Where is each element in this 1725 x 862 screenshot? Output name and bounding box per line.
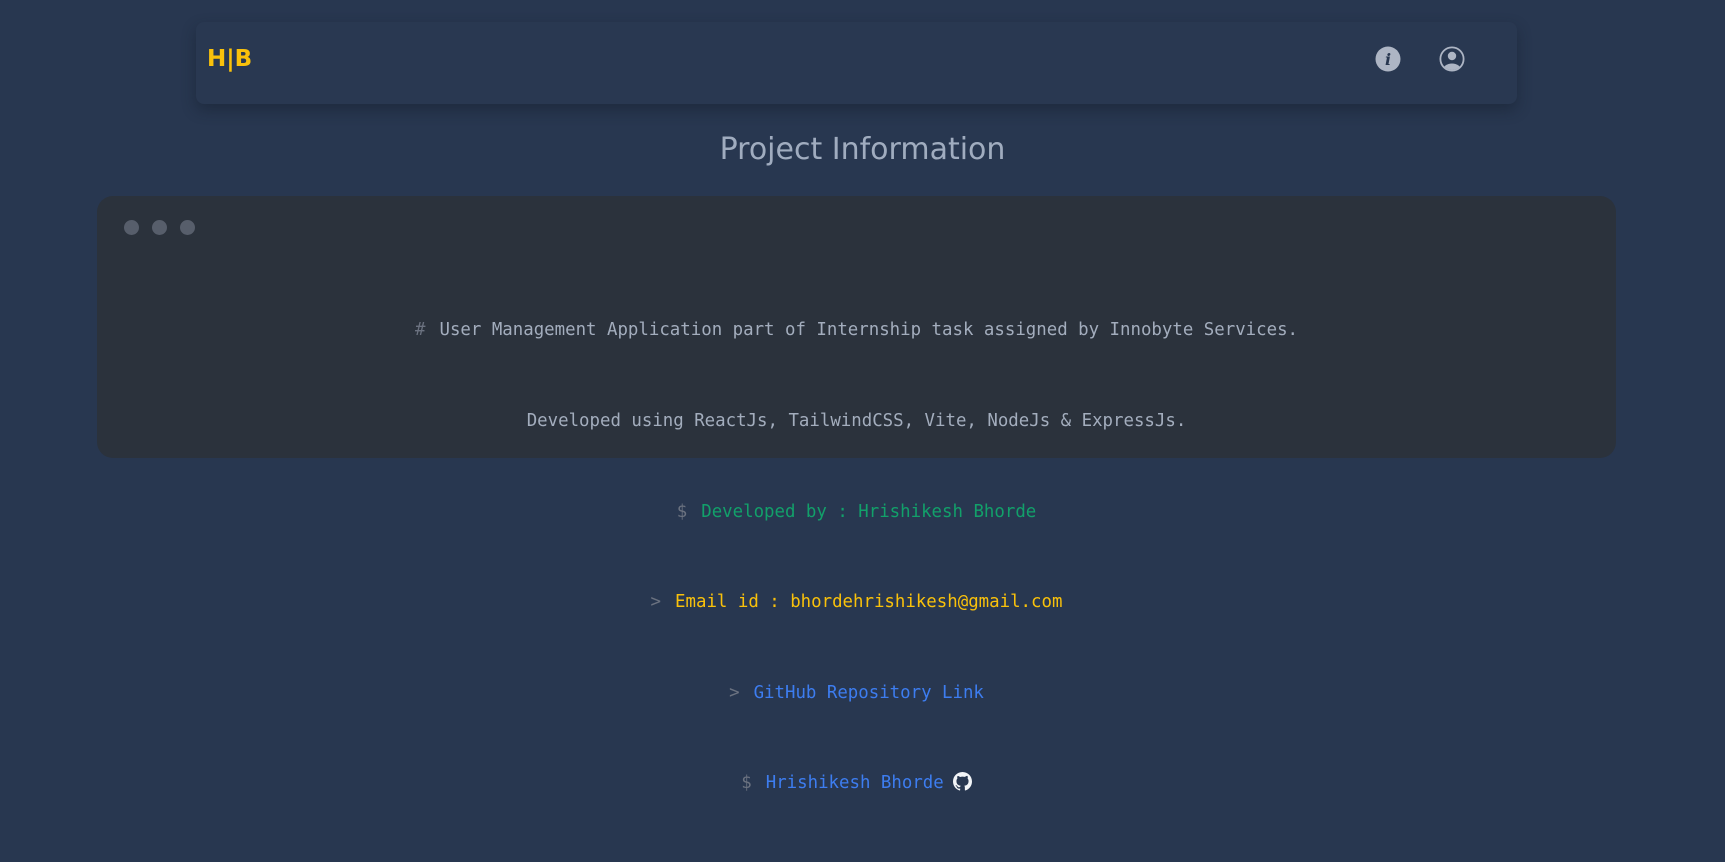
github-icon[interactable] (952, 771, 972, 801)
developer-text: Developed by : Hrishikesh Bhorde (701, 501, 1037, 522)
github-repo-link[interactable]: GitHub Repository Link (754, 683, 984, 703)
terminal-line: $ Hrishikesh Bhorde (97, 768, 1616, 801)
terminal-line: # User Management Application part of Int… (97, 315, 1616, 345)
line-prefix: $ (676, 501, 688, 522)
logo[interactable]: H|B (207, 46, 252, 72)
terminal-line: $ Developed by : Hrishikesh Bhorde (97, 497, 1616, 527)
line-prefix: # (414, 320, 426, 341)
terminal-line: > GitHub Repository Link (97, 678, 1616, 708)
navbar: H|B i (196, 22, 1517, 104)
terminal-line: Developed using ReactJs, TailwindCSS, Vi… (97, 406, 1616, 436)
email-text: Email id : bhordehrishikesh@gmail.com (675, 592, 1063, 613)
terminal-card: # User Management Application part of Int… (97, 196, 1616, 793)
window-dot (152, 220, 167, 235)
svg-text:i: i (1385, 50, 1391, 69)
window-dot (124, 220, 139, 235)
github-profile-link[interactable]: Hrishikesh Bhorde (766, 773, 944, 793)
tech-stack-text: Developed using ReactJs, TailwindCSS, Vi… (526, 411, 1187, 432)
line-prefix: > (650, 592, 662, 613)
line-prefix: $ (741, 773, 752, 794)
window-dot (180, 220, 195, 235)
info-icon[interactable]: i (1375, 46, 1401, 72)
user-circle-icon[interactable] (1439, 46, 1465, 72)
line-prefix: > (729, 682, 740, 703)
terminal-line: > Email id : bhordehrishikesh@gmail.com (97, 587, 1616, 617)
description-text: User Management Application part of Inte… (439, 320, 1299, 341)
page-title: Project Information (719, 132, 1006, 167)
